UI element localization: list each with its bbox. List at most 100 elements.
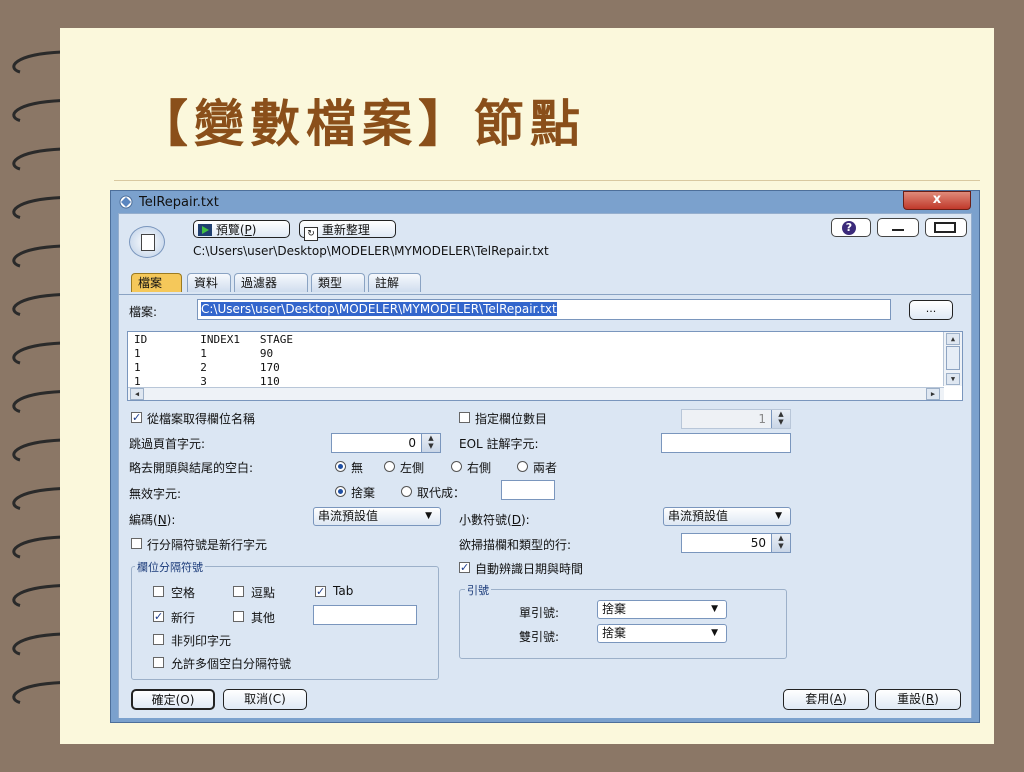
newline-delimiter-checkbox[interactable] <box>131 538 142 549</box>
close-window-button[interactable]: x <box>903 191 971 210</box>
other-delimiter-checkbox[interactable] <box>233 611 244 622</box>
decimal-symbol-dropdown[interactable]: 串流預設值 ▼ <box>663 507 791 526</box>
field-count-value: 1 <box>758 412 766 426</box>
window-titlebar[interactable]: TelRepair.txt x <box>111 191 979 213</box>
node-diamond-icon <box>119 195 133 209</box>
vertical-scroll-thumb[interactable] <box>946 346 960 370</box>
eol-comment-input[interactable] <box>661 433 791 453</box>
tab-file[interactable]: 檔案 <box>131 273 182 292</box>
auto-date-checkbox[interactable]: ✓ <box>459 562 470 573</box>
cancel-button[interactable]: 取消(C) <box>223 689 307 710</box>
reset-button[interactable]: 重設(R) <box>875 689 961 710</box>
tab-types[interactable]: 類型 <box>311 273 365 292</box>
decimal-symbol-value: 串流預設值 <box>668 509 729 523</box>
double-quote-value: 捨棄 <box>602 626 627 640</box>
trim-right-label: 右側 <box>467 461 492 475</box>
double-quote-dropdown[interactable]: 捨棄 ▼ <box>597 624 727 643</box>
chevron-down-icon: ▼ <box>425 511 432 521</box>
browse-button[interactable]: ... <box>909 300 953 320</box>
spinner-arrows-icon[interactable]: ▲ ▼ <box>771 534 790 552</box>
encoding-dropdown[interactable]: 串流預設值 ▼ <box>313 507 441 526</box>
scroll-up-icon[interactable]: ▲ <box>946 333 960 345</box>
spinner-arrows-icon[interactable]: ▲ ▼ <box>771 410 790 428</box>
auto-date-label: 自動辨識日期與時間 <box>475 562 584 576</box>
field-count-spinner[interactable]: 1 ▲ ▼ <box>681 409 791 429</box>
dialog-client-area: 預覽(P) ↻ 重新整理 ? C:\Users\user\Desktop\MOD… <box>118 213 972 718</box>
file-field-label: 檔案: <box>129 305 158 319</box>
newline-delimiter-label: 行分隔符號是新行字元 <box>147 538 268 552</box>
comma-delimiter-label: 逗點 <box>251 586 276 600</box>
double-quote-label: 雙引號: <box>519 630 560 644</box>
preview-button-shortcut: P <box>244 223 252 237</box>
specify-field-count-checkbox[interactable] <box>459 412 470 423</box>
variable-file-dialog: TelRepair.txt x 預覽(P) ↻ 重新整理 ? C:\Users\… <box>110 190 980 723</box>
tab-data[interactable]: 資料 <box>187 273 231 292</box>
preview-vertical-scrollbar[interactable]: ▲ ▼ <box>943 332 962 386</box>
file-path-input[interactable]: C:\Users\user\Desktop\MODELER\MYMODELER\… <box>197 299 891 320</box>
invalid-discard-radio[interactable] <box>335 486 346 497</box>
trim-none-label: 無 <box>351 461 364 475</box>
invalid-replace-label: 取代成： <box>417 486 466 500</box>
skip-header-label: 跳過頁首字元: <box>129 437 206 451</box>
maximize-button[interactable] <box>925 218 967 237</box>
minimize-icon <box>892 229 904 231</box>
variable-file-node-icon <box>129 226 165 258</box>
help-icon: ? <box>842 221 856 235</box>
skip-header-value: 0 <box>408 436 416 450</box>
tab-annotations[interactable]: 註解 <box>368 273 421 292</box>
invalid-replace-input[interactable] <box>501 480 555 500</box>
single-quote-value: 捨棄 <box>602 602 627 616</box>
get-field-names-label: 從檔案取得欄位名稱 <box>147 412 256 426</box>
preview-row: 1 1 90 <box>134 347 274 360</box>
data-preview-pane[interactable]: ID INDEX1 STAGE 1 1 90 1 2 170 1 3 110 ▲… <box>127 331 963 401</box>
trim-whitespace-label: 略去開頭與結尾的空白: <box>129 461 254 475</box>
help-button[interactable]: ? <box>831 218 871 237</box>
file-path-label: C:\Users\user\Desktop\MODELER\MYMODELER\… <box>193 244 549 258</box>
newline-field-delimiter-checkbox[interactable]: ✓ <box>153 611 164 622</box>
chevron-down-icon: ▼ <box>711 628 718 638</box>
tab-delimiter-checkbox[interactable]: ✓ <box>315 586 326 597</box>
comma-delimiter-checkbox[interactable] <box>233 586 244 597</box>
get-field-names-checkbox[interactable]: ✓ <box>131 412 142 423</box>
space-delimiter-checkbox[interactable] <box>153 586 164 597</box>
file-tab-panel: 檔案: C:\Users\user\Desktop\MODELER\MYMODE… <box>119 294 971 718</box>
spinner-arrows-icon[interactable]: ▲ ▼ <box>421 434 440 452</box>
field-delimiters-title: 欄位分隔符號 <box>135 559 205 575</box>
maximize-icon <box>934 222 956 233</box>
eol-comment-label: EOL 註解字元: <box>459 437 539 451</box>
multiple-blanks-checkbox[interactable] <box>153 657 164 668</box>
invalid-replace-radio[interactable] <box>401 486 412 497</box>
trim-left-radio[interactable] <box>384 461 395 472</box>
trim-right-radio[interactable] <box>451 461 462 472</box>
title-divider <box>114 180 980 181</box>
preview-button-label-end: ) <box>251 223 257 237</box>
skip-header-spinner[interactable]: 0 ▲ ▼ <box>331 433 441 453</box>
single-quote-dropdown[interactable]: 捨棄 ▼ <box>597 600 727 619</box>
file-path-value: C:\Users\user\Desktop\MODELER\MYMODELER\… <box>201 302 557 316</box>
trim-left-label: 左側 <box>400 461 425 475</box>
scan-rows-spinner[interactable]: 50 ▲ ▼ <box>681 533 791 553</box>
refresh-button[interactable]: ↻ 重新整理 <box>299 220 396 241</box>
other-delimiter-input[interactable] <box>313 605 417 625</box>
non-printing-checkbox[interactable] <box>153 634 164 645</box>
quotes-title: 引號 <box>465 582 491 598</box>
scroll-right-icon[interactable]: ▶ <box>926 388 940 400</box>
scroll-left-icon[interactable]: ◀ <box>130 388 144 400</box>
apply-button[interactable]: 套用(A) <box>783 689 869 710</box>
scan-rows-value: 50 <box>750 536 766 550</box>
single-quote-label: 單引號: <box>519 606 560 620</box>
preview-horizontal-scrollbar[interactable]: ◀ ▶ <box>128 387 944 400</box>
chevron-down-icon: ▼ <box>775 511 782 521</box>
invalid-chars-label: 無效字元: <box>129 487 182 501</box>
ok-button[interactable]: 確定(O) <box>131 689 215 710</box>
trim-none-radio[interactable] <box>335 461 346 472</box>
encoding-value: 串流預設值 <box>318 509 379 523</box>
other-delimiter-label: 其他 <box>251 611 276 625</box>
trim-both-radio[interactable] <box>517 461 528 472</box>
preview-button[interactable]: 預覽(P) <box>193 220 290 238</box>
refresh-icon: ↻ <box>304 227 318 241</box>
non-printing-label: 非列印字元 <box>171 634 232 648</box>
scroll-down-icon[interactable]: ▼ <box>946 373 960 385</box>
tab-filter[interactable]: 過濾器 <box>234 273 308 292</box>
minimize-button[interactable] <box>877 218 919 237</box>
